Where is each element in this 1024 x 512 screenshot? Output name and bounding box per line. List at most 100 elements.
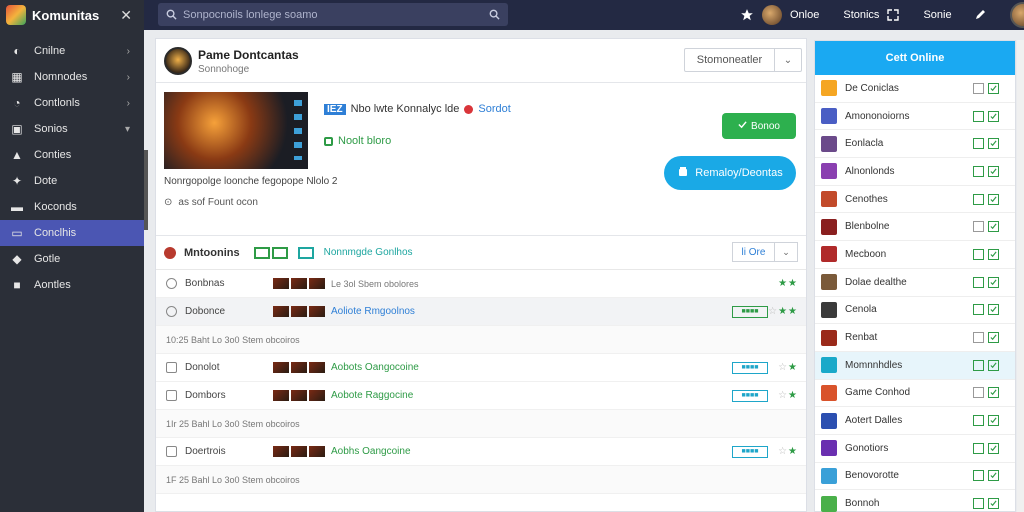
thumbnail[interactable] bbox=[273, 278, 289, 289]
join-button[interactable]: Bonoo bbox=[722, 113, 796, 139]
row-checkbox[interactable] bbox=[166, 390, 177, 401]
thumbnail[interactable] bbox=[291, 362, 307, 373]
thumbnail[interactable] bbox=[273, 306, 289, 317]
online-list-item[interactable]: Cenola bbox=[815, 297, 1015, 325]
invite-checkbox[interactable] bbox=[973, 193, 984, 205]
rating-stars[interactable]: ☆★ bbox=[778, 390, 798, 401]
pencil-icon[interactable] bbox=[974, 9, 986, 21]
row-link[interactable]: Aoliote Rmgoolnos bbox=[331, 306, 415, 317]
online-list-item[interactable]: Alnonlonds bbox=[815, 158, 1015, 186]
table-row[interactable]: Doertrois Aobhs Oangcoine ■■■■ ☆★ bbox=[156, 438, 806, 466]
edit-icon[interactable] bbox=[988, 248, 999, 260]
filter-toggle-1[interactable] bbox=[253, 246, 270, 259]
edit-icon[interactable] bbox=[988, 276, 999, 288]
table-row[interactable]: Donolot Aobots Oangocoine ■■■■ ☆★ bbox=[156, 354, 806, 382]
feature-link[interactable]: Sordot bbox=[478, 103, 510, 115]
invite-checkbox[interactable] bbox=[973, 165, 984, 177]
invite-checkbox[interactable] bbox=[973, 221, 984, 233]
invite-checkbox[interactable] bbox=[973, 498, 984, 510]
sidebar-item[interactable]: ▦ Nomnodes › bbox=[0, 64, 144, 90]
rating-stars[interactable]: ☆★★ bbox=[768, 306, 798, 317]
thumbnail[interactable] bbox=[273, 446, 289, 457]
edit-icon[interactable] bbox=[988, 221, 999, 233]
online-list-item[interactable]: Mecboon bbox=[815, 241, 1015, 269]
profile-avatar[interactable] bbox=[1009, 2, 1024, 28]
thumbnail[interactable] bbox=[291, 446, 307, 457]
sidebar-scrollbar[interactable] bbox=[144, 150, 148, 230]
star-icon[interactable] bbox=[740, 8, 754, 22]
online-list-item[interactable]: Amononoiorns bbox=[815, 103, 1015, 131]
invite-checkbox[interactable] bbox=[973, 248, 984, 260]
share-icon[interactable]: ⊙ bbox=[164, 197, 172, 208]
invite-checkbox[interactable] bbox=[973, 332, 984, 344]
online-list-item[interactable]: Eonlacla bbox=[815, 130, 1015, 159]
online-list-item[interactable]: Gonotiors bbox=[815, 435, 1015, 463]
thumbnail[interactable] bbox=[309, 278, 325, 289]
edit-icon[interactable] bbox=[988, 498, 999, 510]
rating-stars[interactable]: ☆★ bbox=[778, 362, 798, 373]
row-checkbox[interactable] bbox=[166, 278, 177, 289]
search-bar[interactable] bbox=[158, 3, 508, 26]
edit-icon[interactable] bbox=[988, 442, 999, 454]
filter-toggle-2[interactable] bbox=[271, 246, 288, 259]
play-button[interactable]: Remaloy/Deontas bbox=[664, 156, 796, 190]
right-scrollbar[interactable] bbox=[1017, 40, 1024, 512]
invite-checkbox[interactable] bbox=[973, 415, 984, 427]
feature-image[interactable] bbox=[164, 92, 308, 169]
view-select[interactable]: li Ore ⌄ bbox=[732, 242, 798, 262]
chevron-down-icon[interactable]: ⌄ bbox=[775, 243, 797, 261]
sidebar-item[interactable]: ▲ Conties bbox=[0, 142, 144, 168]
online-list-item[interactable]: Bonnoh bbox=[815, 490, 1015, 512]
thumbnail[interactable] bbox=[309, 390, 325, 401]
invite-checkbox[interactable] bbox=[973, 276, 984, 288]
sidebar-item[interactable]: ■ Aontles bbox=[0, 272, 144, 298]
table-row[interactable]: Dombors Aobote Raggocine ■■■■ ☆★ bbox=[156, 382, 806, 410]
row-link[interactable]: Aobote Raggocine bbox=[331, 390, 413, 401]
table-row[interactable]: Dobonce Aoliote Rmgoolnos ■■■■ ☆★★ bbox=[156, 298, 806, 326]
game-select[interactable]: Stomoneatler ⌄ bbox=[684, 48, 802, 72]
online-list-item[interactable]: Aotert Dalles bbox=[815, 407, 1015, 435]
edit-icon[interactable] bbox=[988, 359, 999, 371]
nav-link-stonics[interactable]: Stonics bbox=[843, 9, 879, 21]
edit-icon[interactable] bbox=[988, 165, 999, 177]
invite-checkbox[interactable] bbox=[973, 470, 984, 482]
filter-label[interactable]: Nonnmgde Gonlhos bbox=[324, 247, 413, 258]
user-avatar[interactable] bbox=[762, 5, 782, 25]
invite-checkbox[interactable] bbox=[973, 110, 984, 122]
sidebar-item[interactable]: ◆ Gotle bbox=[0, 246, 144, 272]
close-icon[interactable]: ✕ bbox=[120, 7, 132, 24]
row-checkbox[interactable] bbox=[166, 306, 177, 317]
invite-checkbox[interactable] bbox=[973, 138, 984, 150]
thumbnail[interactable] bbox=[273, 390, 289, 401]
online-list-item[interactable]: Momnnhdles bbox=[815, 351, 1015, 380]
thumbnail[interactable] bbox=[291, 278, 307, 289]
nav-link-sonie[interactable]: Sonie bbox=[923, 9, 951, 21]
invite-checkbox[interactable] bbox=[973, 82, 984, 94]
rating-stars[interactable]: ★★ bbox=[778, 278, 798, 289]
invite-checkbox[interactable] bbox=[973, 387, 984, 399]
search-input[interactable] bbox=[183, 8, 489, 21]
edit-icon[interactable] bbox=[988, 82, 999, 94]
online-list-item[interactable]: Cenothes bbox=[815, 186, 1015, 214]
edit-icon[interactable] bbox=[988, 110, 999, 122]
edit-icon[interactable] bbox=[988, 332, 999, 344]
expand-icon[interactable] bbox=[887, 9, 900, 21]
row-checkbox[interactable] bbox=[166, 362, 177, 373]
thumbnail[interactable] bbox=[291, 306, 307, 317]
thumbnail[interactable] bbox=[273, 362, 289, 373]
filter-toggle-3[interactable] bbox=[297, 246, 314, 259]
feature-title[interactable]: Nbo lwte Konnalyc lde bbox=[351, 103, 460, 115]
invite-checkbox[interactable] bbox=[973, 304, 984, 316]
sidebar-item[interactable]: ◔ Contlonls › bbox=[0, 90, 144, 116]
online-list-item[interactable]: Game Conhod bbox=[815, 380, 1015, 408]
nav-link-online[interactable]: Onloe bbox=[790, 9, 819, 21]
sidebar-item[interactable]: ◐ Cnilne › bbox=[0, 38, 144, 64]
sidebar-item[interactable]: ▭ Conclhis bbox=[0, 220, 144, 246]
rating-stars[interactable]: ☆★ bbox=[778, 446, 798, 457]
invite-checkbox[interactable] bbox=[973, 442, 984, 454]
online-list-item[interactable]: De Coniclas bbox=[815, 75, 1015, 103]
table-row[interactable]: Bonbnas Le 3ol Sbem obolores ★★ bbox=[156, 270, 806, 298]
chevron-down-icon[interactable]: ⌄ bbox=[775, 49, 801, 71]
online-list-item[interactable]: Benovorotte bbox=[815, 463, 1015, 491]
online-list-item[interactable]: Blenbolne bbox=[815, 213, 1015, 242]
